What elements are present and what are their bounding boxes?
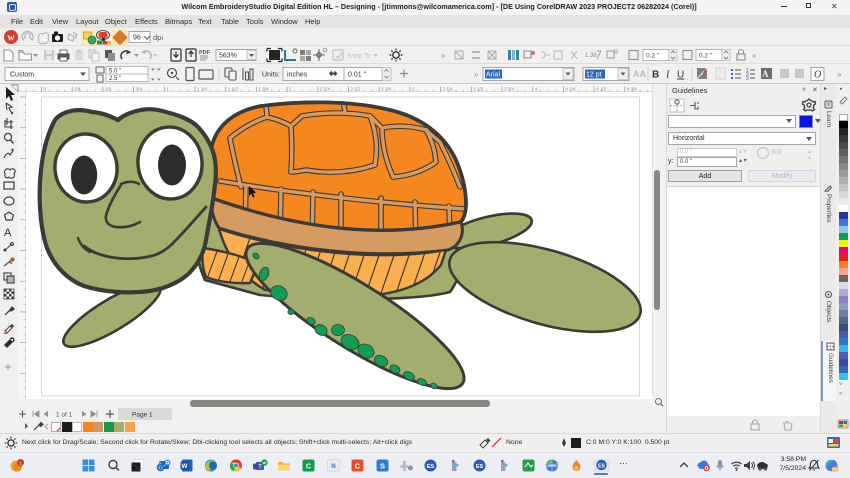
svg-text:Arial: Arial: [486, 72, 500, 79]
svg-text:C: C: [354, 461, 360, 470]
svg-text:0.01 ": 0.01 ": [348, 72, 367, 79]
svg-text:1.38: 1.38: [585, 53, 597, 59]
svg-text:PDF: PDF: [199, 50, 211, 56]
svg-text:O: O: [814, 70, 821, 81]
svg-text:W: W: [181, 463, 188, 470]
svg-text:563%: 563%: [219, 53, 237, 60]
svg-text:Snap To: Snap To: [347, 53, 371, 60]
svg-text:Units:: Units:: [262, 72, 280, 79]
svg-text:»: »: [474, 70, 479, 79]
svg-text:Page 1: Page 1: [132, 412, 153, 419]
svg-text:96: 96: [133, 35, 141, 42]
svg-text:A: A: [4, 227, 12, 239]
svg-text:U: U: [677, 70, 684, 81]
svg-text:»: »: [441, 51, 446, 60]
svg-text:12 pt: 12 pt: [586, 72, 602, 79]
svg-text:ES: ES: [475, 464, 483, 470]
svg-text:Custom: Custom: [10, 72, 34, 79]
svg-text:w: w: [7, 33, 15, 44]
svg-text:inches: inches: [287, 72, 308, 79]
svg-text:2.5 ": 2.5 ": [109, 76, 121, 82]
svg-text:»: »: [837, 70, 842, 79]
svg-text:»: »: [752, 51, 757, 60]
svg-text:AA: AA: [633, 69, 646, 79]
svg-text:C: C: [305, 461, 311, 470]
svg-text:3: 3: [746, 76, 749, 82]
svg-text:dpi: dpi: [153, 33, 163, 42]
svg-text:0.2 ": 0.2 ": [646, 53, 660, 60]
svg-text:PRE: PRE: [831, 467, 838, 471]
svg-text:I: I: [665, 70, 670, 81]
svg-text:N: N: [331, 464, 335, 470]
svg-text:0.2 ": 0.2 ": [699, 53, 713, 60]
svg-text:ES: ES: [598, 463, 605, 469]
svg-text:ES: ES: [426, 464, 434, 470]
svg-text:A: A: [762, 69, 769, 79]
svg-text:1 of 1: 1 of 1: [56, 412, 73, 419]
svg-text:T: T: [258, 464, 262, 470]
svg-text:O: O: [158, 465, 163, 471]
svg-text:B: B: [652, 70, 659, 81]
svg-text:S: S: [379, 461, 384, 470]
